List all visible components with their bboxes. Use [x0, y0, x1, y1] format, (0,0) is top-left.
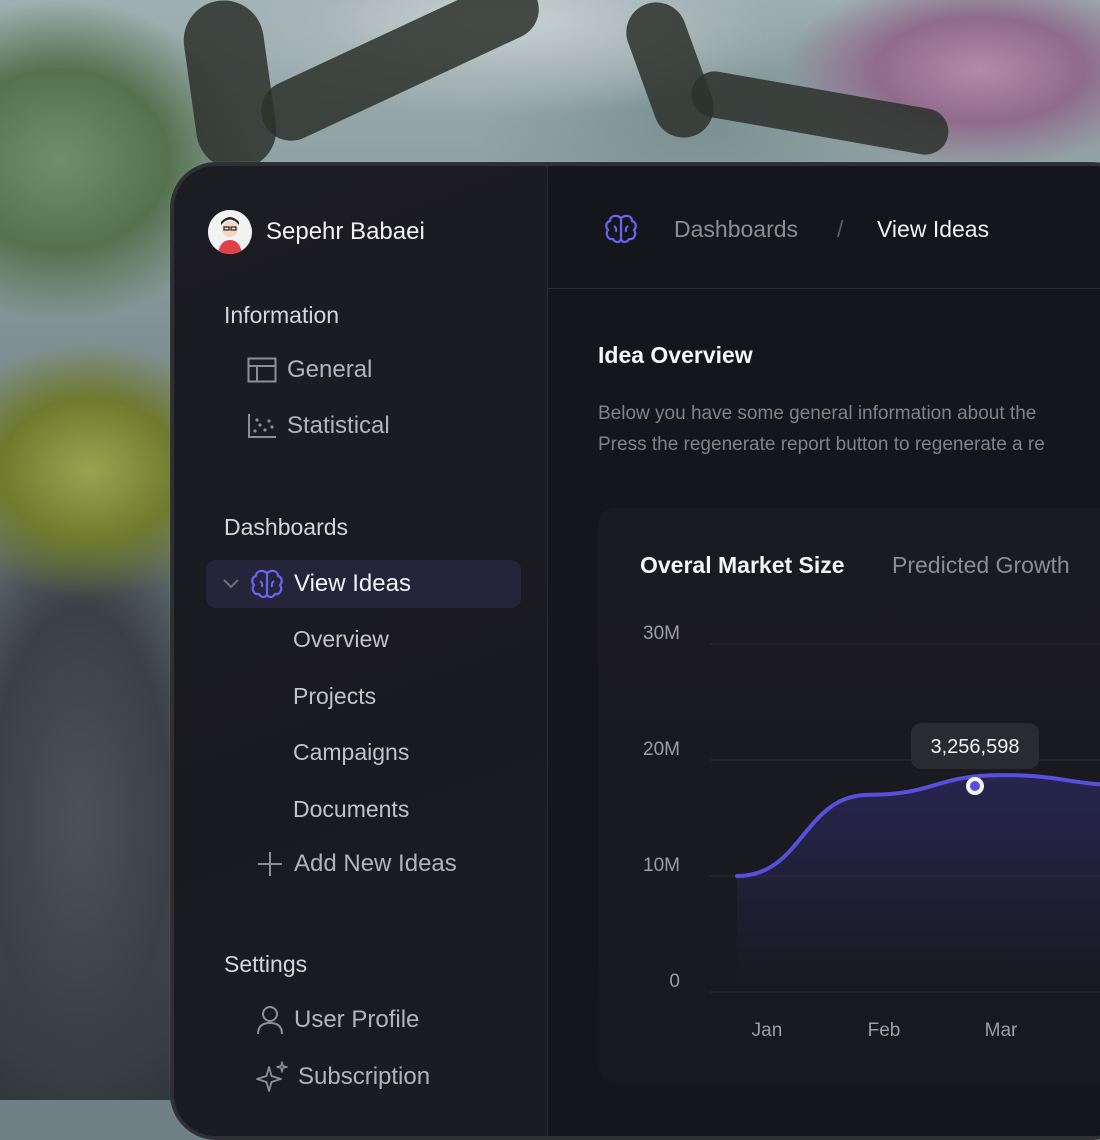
page-description: Below you have some general information …	[598, 398, 1045, 460]
sidebar-subitem-documents[interactable]: Documents	[293, 796, 409, 823]
y-tick-label: 30M	[643, 623, 680, 644]
sidebar-subitem-projects[interactable]: Projects	[293, 683, 376, 710]
description-line: Below you have some general information …	[598, 403, 1037, 424]
plus-icon	[256, 850, 284, 878]
sidebar-item-label: Subscription	[298, 1063, 431, 1090]
section-information: Information	[224, 302, 340, 328]
series-area	[737, 775, 1100, 992]
x-tick-label: Mar	[985, 1020, 1018, 1041]
sidebar-subitem-campaigns[interactable]: Campaigns	[293, 739, 409, 766]
description-line: Press the regenerate report button to re…	[598, 434, 1045, 455]
brain-icon	[250, 569, 284, 599]
user-name: Sepehr Babaei	[266, 218, 425, 245]
sparkle-icon	[256, 1061, 288, 1093]
market-size-card: Overal Market Size Predicted Growth 30M 2…	[598, 508, 1100, 1084]
sidebar-item-statistical[interactable]: Statistical	[247, 412, 390, 440]
user-profile[interactable]: Sepehr Babaei	[208, 210, 425, 254]
tree-branch	[178, 0, 282, 175]
section-dashboards: Dashboards	[224, 514, 349, 540]
sidebar-item-label: Add New Ideas	[294, 850, 457, 877]
breadcrumb-current: View Ideas	[877, 216, 990, 242]
brain-icon	[604, 214, 638, 244]
sidebar-item-label: Statistical	[287, 412, 390, 439]
highlight-point-inner	[970, 781, 980, 791]
sidebar: Sepehr Babaei Information General Statis…	[174, 166, 548, 1136]
sidebar-subitem-overview[interactable]: Overview	[293, 626, 389, 653]
sidebar-item-label: General	[287, 356, 373, 383]
tooltip-value: 3,256,598	[931, 736, 1020, 758]
user-icon	[256, 1005, 284, 1035]
y-tick-label: 20M	[643, 739, 680, 760]
market-size-chart: 30M 20M 10M 0 Jan Feb Mar 3,256,598	[643, 623, 1100, 1041]
sidebar-item-user-profile[interactable]: User Profile	[256, 1005, 419, 1035]
y-tick-label: 0	[669, 971, 680, 992]
avatar	[208, 210, 252, 254]
section-settings: Settings	[224, 951, 308, 977]
tree-branch	[251, 0, 549, 151]
y-tick-label: 10M	[643, 855, 680, 876]
layout-icon	[247, 357, 277, 383]
breadcrumb-separator: /	[837, 216, 844, 242]
app-window: Sepehr Babaei Information General Statis…	[170, 162, 1100, 1140]
add-new-ideas-button[interactable]: Add New Ideas	[256, 850, 457, 878]
sidebar-item-view-ideas[interactable]: View Ideas	[206, 560, 521, 608]
page-title: Idea Overview	[598, 342, 753, 368]
chevron-down-icon	[222, 578, 240, 590]
x-tick-label: Jan	[752, 1020, 783, 1041]
scatter-chart-icon	[247, 413, 277, 439]
main-panel: Dashboards / View Ideas Idea Overview Be…	[548, 166, 1100, 1136]
tree-branch	[687, 67, 953, 159]
x-tick-label: Feb	[868, 1020, 901, 1041]
sidebar-item-label: User Profile	[294, 1006, 420, 1033]
breadcrumb-dashboards[interactable]: Dashboards	[674, 216, 798, 243]
sidebar-item-general[interactable]: General	[247, 356, 372, 384]
sidebar-item-subscription[interactable]: Subscription	[256, 1061, 430, 1093]
sidebar-item-label: View Ideas	[294, 570, 411, 597]
breadcrumb: Dashboards / View Ideas	[548, 166, 1100, 289]
